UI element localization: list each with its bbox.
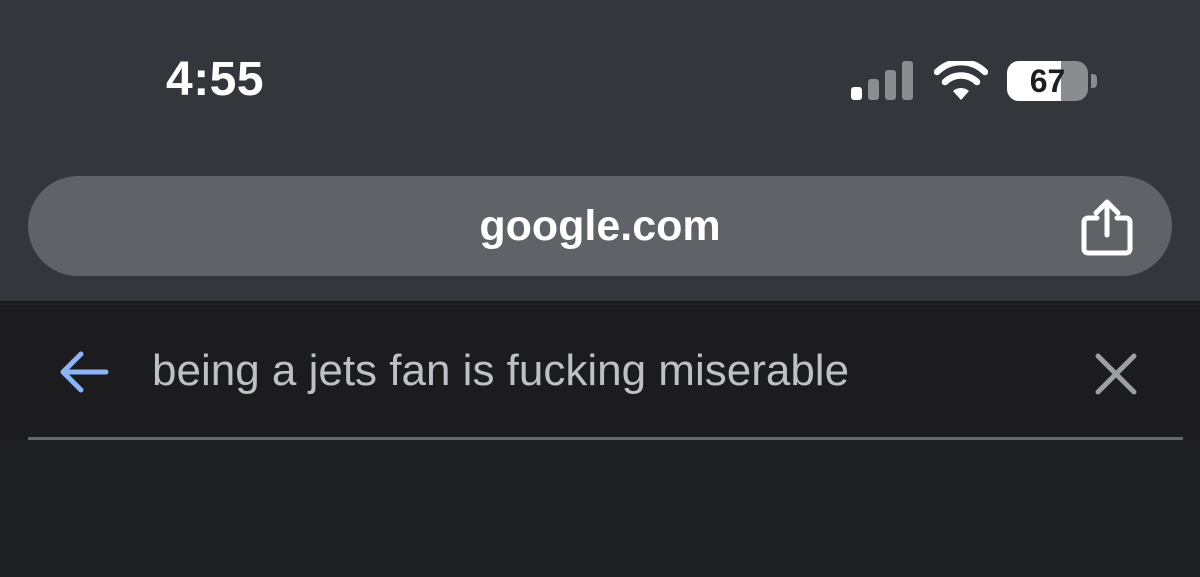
share-icon[interactable] xyxy=(1080,199,1134,257)
status-bar: 4:55 67 xyxy=(0,0,1200,150)
cellular-signal-icon xyxy=(851,61,913,100)
address-url[interactable]: google.com xyxy=(28,176,1172,276)
address-bar[interactable]: google.com xyxy=(28,176,1172,276)
browser-chrome: 4:55 67 google.com xyxy=(0,0,1200,303)
signal-bar-1 xyxy=(851,87,862,100)
search-box: being a jets fan is fucking miserable xyxy=(0,305,1200,440)
status-time: 4:55 xyxy=(166,53,265,106)
signal-bar-2 xyxy=(868,79,879,100)
battery-indicator: 67 xyxy=(1007,61,1097,101)
signal-bar-4 xyxy=(902,61,913,100)
signal-bar-3 xyxy=(885,70,896,100)
close-icon[interactable] xyxy=(1093,351,1139,397)
wifi-icon xyxy=(934,61,988,100)
search-input[interactable]: being a jets fan is fucking miserable xyxy=(152,341,849,401)
battery-body: 67 xyxy=(1007,61,1088,101)
battery-cap xyxy=(1091,74,1097,88)
arrow-left-icon[interactable] xyxy=(58,350,110,394)
results-area xyxy=(0,440,1200,577)
battery-percent: 67 xyxy=(1029,63,1066,99)
